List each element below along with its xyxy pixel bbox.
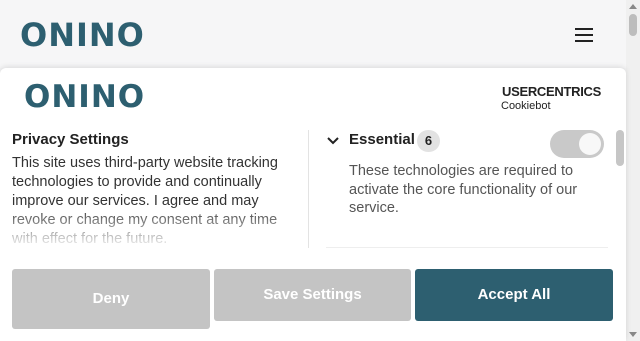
usercentrics-cookiebot-logo: USERCENTRICS Cookiebot: [500, 84, 601, 112]
hamburger-menu-icon[interactable]: [573, 25, 597, 43]
scroll-up-arrow-icon[interactable]: [629, 4, 637, 9]
site-logo[interactable]: ONINO: [20, 17, 145, 53]
save-settings-button[interactable]: Save Settings: [214, 269, 411, 321]
page-scrollbar[interactable]: [626, 0, 640, 341]
section-separator: [326, 247, 608, 248]
vendor-product: Cookiebot: [501, 100, 551, 112]
banner-logo: ONINO: [24, 79, 146, 115]
vendor-brand: USERCENTRICS: [502, 84, 601, 99]
scrollbar-thumb[interactable]: [629, 14, 637, 36]
essential-description: These technologies are required to activ…: [349, 163, 578, 216]
toggle-knob: [579, 133, 601, 155]
site-header: ONINO: [0, 0, 626, 68]
column-divider: [308, 130, 309, 248]
scroll-down-arrow-icon[interactable]: [629, 332, 637, 337]
essential-toggle[interactable]: [550, 130, 604, 158]
deny-button[interactable]: Deny: [12, 269, 210, 329]
privacy-text-container[interactable]: This site uses third-party website track…: [12, 154, 300, 246]
cookie-consent-banner: ONINO USERCENTRICS Cookiebot Privacy Set…: [0, 68, 626, 341]
accept-all-button[interactable]: Accept All: [415, 269, 613, 321]
text-fade-overlay: [12, 206, 300, 246]
chevron-down-icon[interactable]: [326, 136, 340, 146]
essential-count-badge: 6: [417, 130, 440, 152]
essential-category-title[interactable]: Essential: [349, 131, 415, 148]
privacy-settings-title: Privacy Settings: [12, 131, 129, 148]
categories-scrollbar-thumb[interactable]: [616, 130, 624, 166]
